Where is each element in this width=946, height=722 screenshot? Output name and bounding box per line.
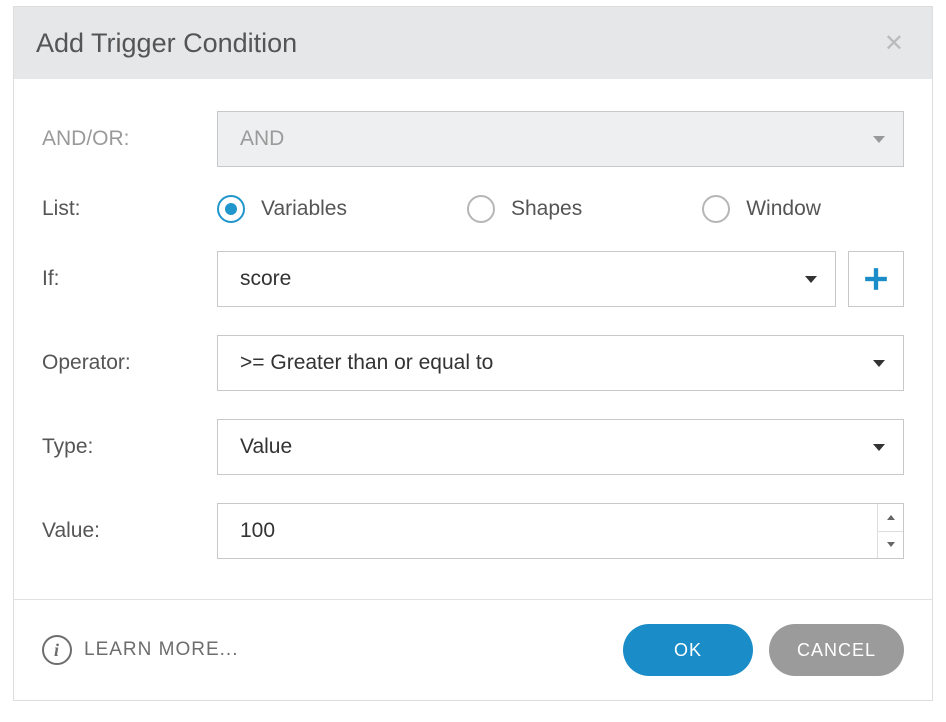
operator-select[interactable]: >= Greater than or equal to: [217, 335, 904, 391]
type-label: Type:: [42, 435, 217, 459]
chevron-down-icon: [873, 360, 885, 367]
list-radio-group: Variables Shapes Window: [217, 195, 904, 223]
and-or-value: AND: [240, 127, 284, 151]
spinner-up-button[interactable]: [878, 504, 903, 532]
radio-label: Variables: [261, 197, 347, 221]
radio-label: Window: [746, 197, 821, 221]
arrow-up-icon: [887, 515, 895, 520]
type-select[interactable]: Value: [217, 419, 904, 475]
and-or-select: AND: [217, 111, 904, 167]
radio-icon: [702, 195, 730, 223]
add-trigger-condition-dialog: Add Trigger Condition ✕ AND/OR: AND List…: [13, 6, 933, 701]
chevron-down-icon: [805, 276, 817, 283]
plus-icon: [863, 266, 889, 292]
list-label: List:: [42, 197, 217, 221]
value-numeric-field: [217, 503, 904, 559]
footer-buttons: OK CANCEL: [623, 624, 904, 676]
dialog-footer: i LEARN MORE... OK CANCEL: [14, 599, 932, 700]
if-select[interactable]: score: [217, 251, 836, 307]
add-variable-button[interactable]: [848, 251, 904, 307]
if-label: If:: [42, 267, 217, 291]
radio-shapes[interactable]: Shapes: [467, 195, 582, 223]
cancel-button[interactable]: CANCEL: [769, 624, 904, 676]
type-value: Value: [240, 435, 292, 459]
value-spinner: [877, 504, 903, 558]
info-icon: i: [42, 635, 72, 665]
dialog-body: AND/OR: AND List: Variables Shapes: [14, 79, 932, 599]
close-icon[interactable]: ✕: [884, 29, 904, 58]
radio-icon: [467, 195, 495, 223]
if-value: score: [240, 267, 291, 291]
dialog-titlebar: Add Trigger Condition ✕: [14, 7, 932, 79]
radio-icon: [217, 195, 245, 223]
chevron-down-icon: [873, 136, 885, 143]
operator-label: Operator:: [42, 351, 217, 375]
dialog-title: Add Trigger Condition: [36, 28, 297, 59]
operator-value: >= Greater than or equal to: [240, 351, 493, 375]
radio-label: Shapes: [511, 197, 582, 221]
value-input[interactable]: [218, 504, 877, 558]
arrow-down-icon: [887, 542, 895, 547]
learn-more-label: LEARN MORE...: [84, 639, 238, 661]
value-label: Value:: [42, 519, 217, 543]
radio-window[interactable]: Window: [702, 195, 821, 223]
spinner-down-button[interactable]: [878, 532, 903, 559]
chevron-down-icon: [873, 444, 885, 451]
learn-more-link[interactable]: i LEARN MORE...: [42, 635, 238, 665]
and-or-label: AND/OR:: [42, 127, 217, 151]
ok-button[interactable]: OK: [623, 624, 753, 676]
radio-variables[interactable]: Variables: [217, 195, 347, 223]
